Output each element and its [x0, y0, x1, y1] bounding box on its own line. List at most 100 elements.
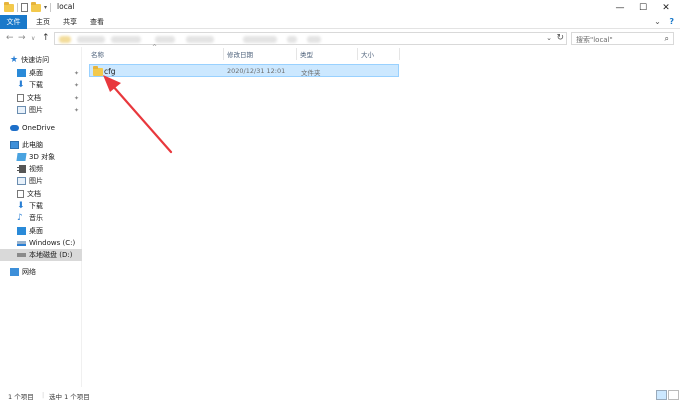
- cloud-icon: [10, 125, 19, 131]
- properties-icon[interactable]: [21, 3, 28, 12]
- table-row[interactable]: cfg 2020/12/31 12:01 文件夹: [89, 64, 399, 77]
- large-icons-view-button[interactable]: [668, 390, 679, 400]
- pin-icon[interactable]: ✦: [74, 82, 79, 89]
- network-icon: [10, 268, 19, 276]
- file-type: 文件夹: [301, 69, 321, 77]
- search-box[interactable]: 搜索"local" ⌕: [571, 32, 674, 45]
- column-header-size[interactable]: 大小: [361, 48, 374, 60]
- column-divider[interactable]: [223, 48, 224, 60]
- sidebar-item-documents-pc[interactable]: 文档: [0, 188, 82, 200]
- sidebar-item-desktop[interactable]: 桌面 ✦: [0, 67, 82, 79]
- new-folder-icon[interactable]: [31, 1, 41, 12]
- tab-share[interactable]: 共享: [61, 15, 79, 29]
- document-icon: [17, 190, 24, 198]
- close-button[interactable]: ✕: [651, 0, 680, 15]
- sidebar-item-this-pc[interactable]: 此电脑: [0, 139, 82, 151]
- selection-count: 选中 1 个项目: [49, 393, 90, 401]
- drive-icon: [17, 253, 26, 257]
- sidebar-item-label: Windows (C:): [29, 239, 76, 247]
- back-button[interactable]: ←: [6, 33, 14, 43]
- title-bar: ▾ local — ☐ ✕: [0, 0, 680, 15]
- sidebar-item-documents[interactable]: 文档 ✦: [0, 92, 82, 104]
- sidebar-item-label: 图片: [29, 106, 43, 114]
- address-bar[interactable]: ⌄ ↻: [54, 32, 567, 45]
- sidebar-item-label: 视频: [29, 165, 43, 173]
- breadcrumb-segment[interactable]: [77, 36, 105, 43]
- pin-icon[interactable]: ✦: [74, 107, 79, 114]
- pin-icon[interactable]: ✦: [74, 95, 79, 102]
- sidebar-item-pictures-pc[interactable]: 图片: [0, 175, 82, 187]
- sort-indicator-icon: ^: [152, 43, 158, 51]
- sidebar-item-downloads-pc[interactable]: ⬇ 下载: [0, 200, 82, 212]
- annotation-arrow: [103, 75, 173, 154]
- sidebar-item-music[interactable]: ♪ 音乐: [0, 212, 82, 224]
- sidebar-item-onedrive[interactable]: OneDrive: [0, 122, 82, 134]
- address-dropdown-icon[interactable]: ⌄: [546, 34, 552, 42]
- sidebar-item-label: 此电脑: [22, 141, 43, 149]
- quick-access-toolbar: ▾: [4, 1, 54, 13]
- recent-locations-button[interactable]: ∨: [31, 35, 35, 42]
- breadcrumb-segment[interactable]: [243, 36, 277, 43]
- download-icon: ⬇: [17, 80, 25, 90]
- customize-toolbar-icon[interactable]: ▾: [44, 4, 47, 11]
- sidebar-item-label: 3D 对象: [29, 153, 56, 161]
- sidebar-item-label: OneDrive: [22, 124, 55, 132]
- sidebar-item-drive-d[interactable]: 本地磁盘 (D:): [0, 249, 82, 261]
- up-button[interactable]: ↑: [42, 33, 50, 43]
- pin-icon[interactable]: ✦: [74, 70, 79, 77]
- search-input[interactable]: 搜索"local": [576, 35, 613, 45]
- sidebar-item-label: 网络: [22, 268, 36, 276]
- breadcrumb-segment[interactable]: [155, 36, 175, 43]
- address-folder-icon: [59, 36, 71, 43]
- folder-icon: [4, 1, 14, 12]
- breadcrumb-segment[interactable]: [186, 36, 214, 43]
- column-divider[interactable]: [296, 48, 297, 60]
- tab-file[interactable]: 文件: [0, 15, 27, 29]
- tab-view[interactable]: 查看: [88, 15, 106, 29]
- column-header-date[interactable]: 修改日期: [227, 48, 253, 60]
- column-header-name[interactable]: 名称: [91, 48, 104, 60]
- toolbar-separator: [50, 3, 52, 12]
- sidebar-item-label: 图片: [29, 177, 43, 185]
- 3d-objects-icon: [16, 153, 27, 161]
- ribbon-controls: ⌄ ?: [654, 17, 674, 26]
- folder-icon: [93, 66, 103, 76]
- breadcrumb-segment[interactable]: [307, 36, 321, 43]
- window-title: local: [57, 2, 75, 11]
- sidebar-item-network[interactable]: 网络: [0, 266, 82, 278]
- sidebar-item-label: 快速访问: [21, 56, 50, 64]
- search-icon[interactable]: ⌕: [665, 34, 669, 44]
- file-date: 2020/12/31 12:01: [227, 67, 286, 75]
- sidebar-item-downloads[interactable]: ⬇ 下载 ✦: [0, 79, 82, 91]
- status-separator: |: [42, 391, 45, 399]
- desktop-icon: [17, 227, 26, 235]
- sidebar-item-label: 桌面: [29, 227, 43, 235]
- sidebar-item-label: 本地磁盘 (D:): [29, 251, 73, 259]
- desktop-icon: [17, 69, 26, 77]
- refresh-icon[interactable]: ↻: [556, 33, 564, 43]
- details-view-button[interactable]: [656, 390, 667, 400]
- sidebar-item-drive-c[interactable]: Windows (C:): [0, 237, 82, 249]
- sidebar-item-quick-access[interactable]: ★ 快速访问: [0, 54, 82, 66]
- column-divider[interactable]: [399, 48, 400, 60]
- computer-icon: [10, 141, 19, 149]
- sidebar-item-3d-objects[interactable]: 3D 对象: [0, 151, 82, 163]
- star-icon: ★: [10, 55, 19, 65]
- sidebar-item-label: 桌面: [29, 69, 43, 77]
- item-count: 1 个项目: [8, 393, 34, 401]
- breadcrumb-segment[interactable]: [287, 36, 297, 43]
- expand-ribbon-icon[interactable]: ⌄: [654, 17, 661, 26]
- help-icon[interactable]: ?: [669, 17, 674, 26]
- breadcrumb-segment[interactable]: [111, 36, 141, 43]
- column-divider[interactable]: [357, 48, 358, 60]
- tab-home[interactable]: 主页: [34, 15, 52, 29]
- sidebar-item-pictures[interactable]: 图片 ✦: [0, 104, 82, 116]
- ribbon-tabs: 文件 主页 共享 查看 ⌄ ?: [0, 15, 680, 29]
- toolbar-separator: [17, 3, 18, 12]
- column-header-type[interactable]: 类型: [300, 48, 313, 60]
- file-name: cfg: [104, 67, 116, 76]
- document-icon: [17, 94, 24, 102]
- forward-button[interactable]: →: [18, 33, 26, 43]
- sidebar-item-desktop-pc[interactable]: 桌面: [0, 225, 82, 237]
- sidebar-item-videos[interactable]: 视频: [0, 163, 82, 175]
